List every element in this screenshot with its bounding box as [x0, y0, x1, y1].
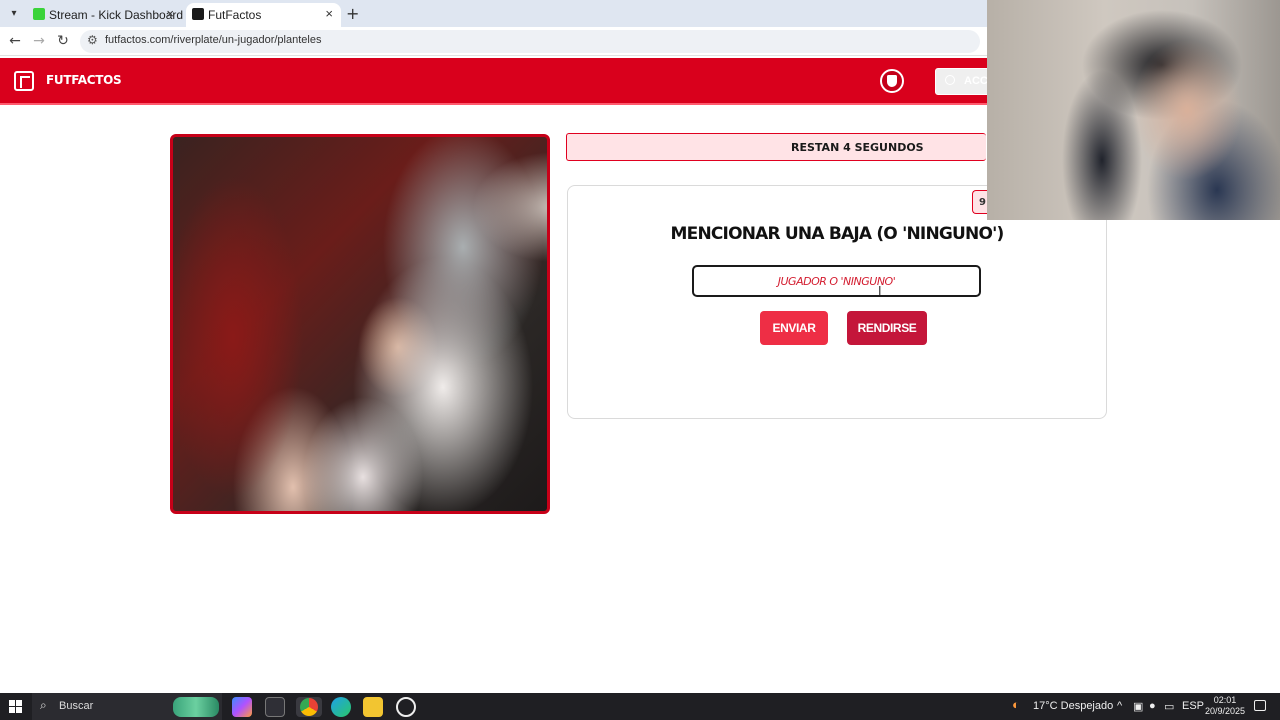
webcam-overlay [987, 0, 1280, 220]
store-icon[interactable] [265, 697, 285, 717]
lock-icon [945, 75, 955, 85]
close-icon[interactable]: × [166, 6, 174, 21]
tab-kick-dashboard[interactable]: Stream - Kick Dashboard × [27, 3, 184, 27]
give-up-button[interactable]: RENDIRSE [847, 311, 927, 345]
windows-start-icon[interactable] [9, 700, 22, 713]
answer-input[interactable] [692, 265, 981, 297]
search-highlight-image [173, 697, 219, 717]
site-info-icon[interactable]: ⚙ [87, 33, 98, 47]
file-explorer-icon[interactable] [363, 697, 383, 717]
tab-list-icon[interactable]: ▾ [6, 6, 22, 22]
tab-futfactos[interactable]: FutFactos × [186, 3, 341, 27]
close-icon[interactable]: × [325, 6, 333, 21]
forward-icon[interactable]: → [31, 33, 47, 49]
edge-icon[interactable] [331, 697, 351, 717]
network-icon[interactable]: ▭ [1164, 700, 1174, 713]
chrome-taskbar-item[interactable] [296, 697, 322, 717]
new-tab-button[interactable]: + [346, 4, 359, 23]
meet-icon[interactable]: ▣ [1133, 700, 1143, 713]
taskbar: ⌕ Buscar ◐ 17°C Despejado ^ ▣ ● ▭ ESP 02… [0, 693, 1280, 720]
chrome-icon [300, 698, 318, 716]
site-logo-text[interactable]: FUTFACTOS [46, 73, 122, 87]
submit-button[interactable]: ENVIAR [760, 311, 828, 345]
clock-date: 20/9/2025 [1204, 706, 1246, 716]
countdown-timer: RESTAN 4 SEGUNDOS [566, 133, 986, 161]
timer-text: RESTAN 4 SEGUNDOS [791, 141, 924, 154]
text-cursor-icon: I [878, 284, 882, 298]
weather-text[interactable]: 17°C Despejado [1033, 700, 1113, 712]
copilot-icon[interactable] [232, 697, 252, 717]
question-card [567, 185, 1107, 419]
badge-text: 9 [979, 197, 986, 208]
notifications-icon[interactable] [1254, 700, 1266, 711]
club-shield-icon[interactable] [880, 69, 904, 93]
weather-icon[interactable]: ◐ [1012, 697, 1020, 712]
clock-time: 02:01 [1213, 695, 1237, 705]
question-title: MENCIONAR UNA BAJA (O 'NINGUNO') [670, 224, 1005, 244]
reload-icon[interactable]: ↻ [55, 33, 71, 49]
back-icon[interactable]: ← [7, 33, 23, 49]
chevron-up-icon[interactable]: ^ [1117, 700, 1122, 712]
clock[interactable]: 02:01 20/9/2025 [1200, 695, 1250, 717]
microphone-icon[interactable]: ● [1149, 700, 1156, 712]
counter-badge: 9 [972, 190, 987, 214]
player-photo [170, 134, 550, 514]
futfactos-logo-icon[interactable] [14, 71, 34, 91]
futfactos-favicon-icon [192, 8, 204, 20]
tab-title: Stream - Kick Dashboard [49, 8, 184, 22]
url-text: futfactos.com/riverplate/un-jugador/plan… [105, 34, 322, 46]
obs-icon[interactable] [396, 697, 416, 717]
search-placeholder: Buscar [59, 700, 94, 712]
address-bar[interactable]: ⚙ futfactos.com/riverplate/un-jugador/pl… [80, 30, 980, 53]
search-icon: ⌕ [40, 698, 47, 712]
kick-favicon-icon [33, 8, 45, 20]
tab-title: FutFactos [208, 8, 262, 22]
